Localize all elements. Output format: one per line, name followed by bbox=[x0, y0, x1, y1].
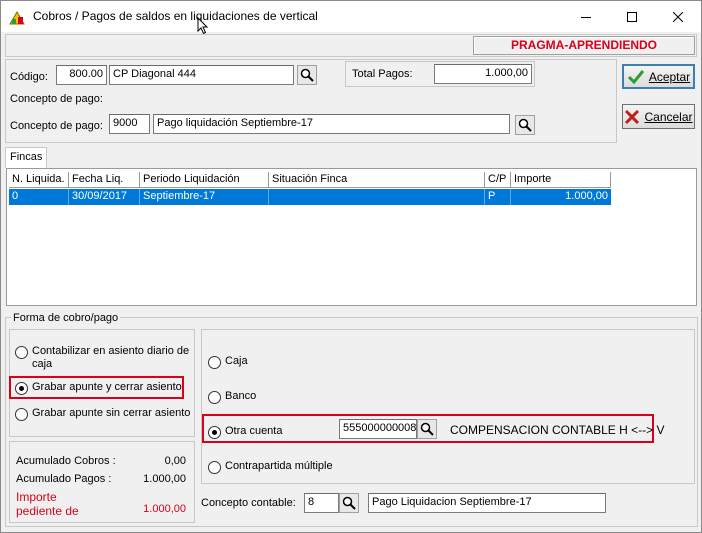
radio-otra-cuenta[interactable]: Otra cuenta bbox=[208, 425, 282, 439]
column-header[interactable]: Fecha Liq. bbox=[69, 172, 140, 188]
table-cell: 1.000,00 bbox=[565, 190, 608, 202]
pendiente-value: 1.000,00 bbox=[143, 503, 186, 515]
table-cell bbox=[269, 189, 485, 205]
radio-contrapartida[interactable]: Contrapartida múltiple bbox=[208, 460, 333, 474]
forma-cobro-label: Forma de cobro/pago bbox=[11, 312, 121, 324]
radio-label: Grabar apunte sin cerrar asiento bbox=[32, 407, 191, 419]
maximize-button[interactable] bbox=[609, 1, 655, 32]
minimize-button[interactable] bbox=[563, 1, 609, 32]
radio-grabar-sin-cerrar[interactable]: Grabar apunte sin cerrar asiento bbox=[15, 407, 190, 421]
dialog-window: Cobros / Pagos de saldos en liquidacione… bbox=[0, 0, 702, 533]
otra-cuenta-desc: COMPENSACION CONTABLE H <--> V bbox=[450, 423, 665, 437]
radio-label: Caja bbox=[225, 355, 248, 367]
fincas-table[interactable]: N. Liquida. Fecha Liq. Periodo Liquidaci… bbox=[6, 168, 697, 306]
concepto-label: Concepto de pago: bbox=[10, 120, 103, 132]
table-cell: P bbox=[485, 189, 511, 205]
minimize-icon bbox=[581, 16, 591, 18]
cancel-button[interactable]: Cancelar bbox=[622, 104, 695, 129]
check-icon bbox=[627, 69, 644, 84]
table-cell: Septiembre-17 bbox=[140, 189, 269, 205]
radio-indicator bbox=[15, 408, 28, 421]
radio-indicator bbox=[15, 346, 28, 359]
concepto-contable-search-button[interactable] bbox=[339, 493, 359, 513]
close-button[interactable] bbox=[655, 1, 701, 32]
tab-fincas-label: Fincas bbox=[10, 151, 43, 163]
concepto-contable-label: Concepto contable: bbox=[201, 497, 296, 509]
table-cell: 0 bbox=[9, 189, 69, 205]
concepto-contable-code[interactable]: 8 bbox=[304, 493, 339, 513]
codigo-search-button[interactable] bbox=[297, 65, 317, 85]
accept-button[interactable]: Aceptar bbox=[622, 64, 695, 89]
pendiente-area: Importe pediente de 1.000,00 bbox=[9, 487, 195, 519]
concepto-search-button[interactable] bbox=[515, 115, 535, 135]
window-title: Cobros / Pagos de saldos en liquidacione… bbox=[33, 9, 318, 23]
radio-label: Otra cuenta bbox=[225, 425, 283, 437]
radio-indicator bbox=[208, 391, 221, 404]
x-icon bbox=[625, 109, 640, 124]
radio-grabar-cerrar[interactable]: Grabar apunte y cerrar asiento bbox=[15, 381, 182, 395]
acumulado-pagos-value: 1.000,00 bbox=[143, 473, 186, 485]
radio-contabilizar-caja[interactable]: Contabilizar en asiento diario de caja bbox=[15, 345, 191, 371]
tab-fincas[interactable]: Fincas bbox=[5, 147, 47, 168]
acumulado-pagos-label: Acumulado Pagos : bbox=[16, 473, 112, 485]
concepto-desc-input[interactable]: Pago liquidación Septiembre-17 bbox=[153, 114, 510, 134]
title-bar: Cobros / Pagos de saldos en liquidacione… bbox=[1, 1, 701, 32]
column-header[interactable]: C/P bbox=[485, 172, 511, 188]
otra-cuenta-input[interactable]: 555000000008 bbox=[339, 419, 417, 439]
app-icon bbox=[9, 11, 25, 25]
radio-label: Contabilizar en asiento diario de caja bbox=[32, 345, 190, 370]
radio-indicator bbox=[208, 461, 221, 474]
column-header[interactable]: Situación Finca bbox=[269, 172, 485, 188]
concepto-header-label: Concepto de pago: bbox=[10, 93, 103, 105]
column-header[interactable]: Periodo Liquidación bbox=[140, 172, 269, 188]
magnifier-icon bbox=[518, 118, 532, 132]
concepto-contable-desc[interactable]: Pago Liquidacion Septiembre-17 bbox=[368, 493, 606, 513]
accept-label: Aceptar bbox=[648, 69, 691, 84]
codigo-input[interactable]: 800.00 bbox=[56, 65, 107, 85]
table-cell: 30/09/2017 bbox=[69, 189, 140, 205]
acumulado-cobros-value: 0,00 bbox=[164, 455, 186, 467]
codigo-label: Código: bbox=[10, 71, 48, 83]
otra-cuenta-search-button[interactable] bbox=[417, 419, 437, 439]
codigo-desc-input[interactable]: CP Diagonal 444 bbox=[109, 65, 294, 85]
column-header[interactable]: Importe bbox=[511, 172, 611, 188]
total-pagos-value: 1.000,00 bbox=[434, 64, 532, 84]
radio-label: Banco bbox=[225, 390, 257, 402]
acumulado-cobros-label: Acumulado Cobros : bbox=[16, 455, 116, 467]
concepto-code-input[interactable]: 9000 bbox=[109, 114, 150, 134]
pendiente-label-1: Importe bbox=[16, 490, 57, 504]
radio-indicator bbox=[208, 426, 221, 439]
magnifier-icon bbox=[420, 422, 434, 436]
cursor-icon bbox=[197, 17, 209, 35]
table-row[interactable]: 0 30/09/2017 Septiembre-17 P 1.000,00 bbox=[9, 189, 611, 205]
status-banner: PRAGMA-APRENDIENDO bbox=[473, 36, 695, 55]
maximize-icon bbox=[627, 11, 637, 22]
magnifier-icon bbox=[342, 496, 356, 510]
radio-label: Grabar apunte y cerrar asiento bbox=[32, 381, 182, 393]
close-icon bbox=[673, 11, 683, 22]
radio-banco[interactable]: Banco bbox=[208, 390, 256, 404]
pendiente-label-2: pediente de bbox=[16, 504, 79, 518]
radio-label: Contrapartida múltiple bbox=[225, 460, 333, 472]
cancel-label: Cancelar bbox=[644, 109, 693, 124]
column-header[interactable]: N. Liquida. bbox=[9, 172, 69, 188]
radio-indicator bbox=[15, 382, 28, 395]
radio-caja[interactable]: Caja bbox=[208, 355, 248, 369]
magnifier-icon bbox=[300, 68, 314, 82]
total-pagos-label: Total Pagos: bbox=[352, 68, 413, 80]
radio-indicator bbox=[208, 356, 221, 369]
